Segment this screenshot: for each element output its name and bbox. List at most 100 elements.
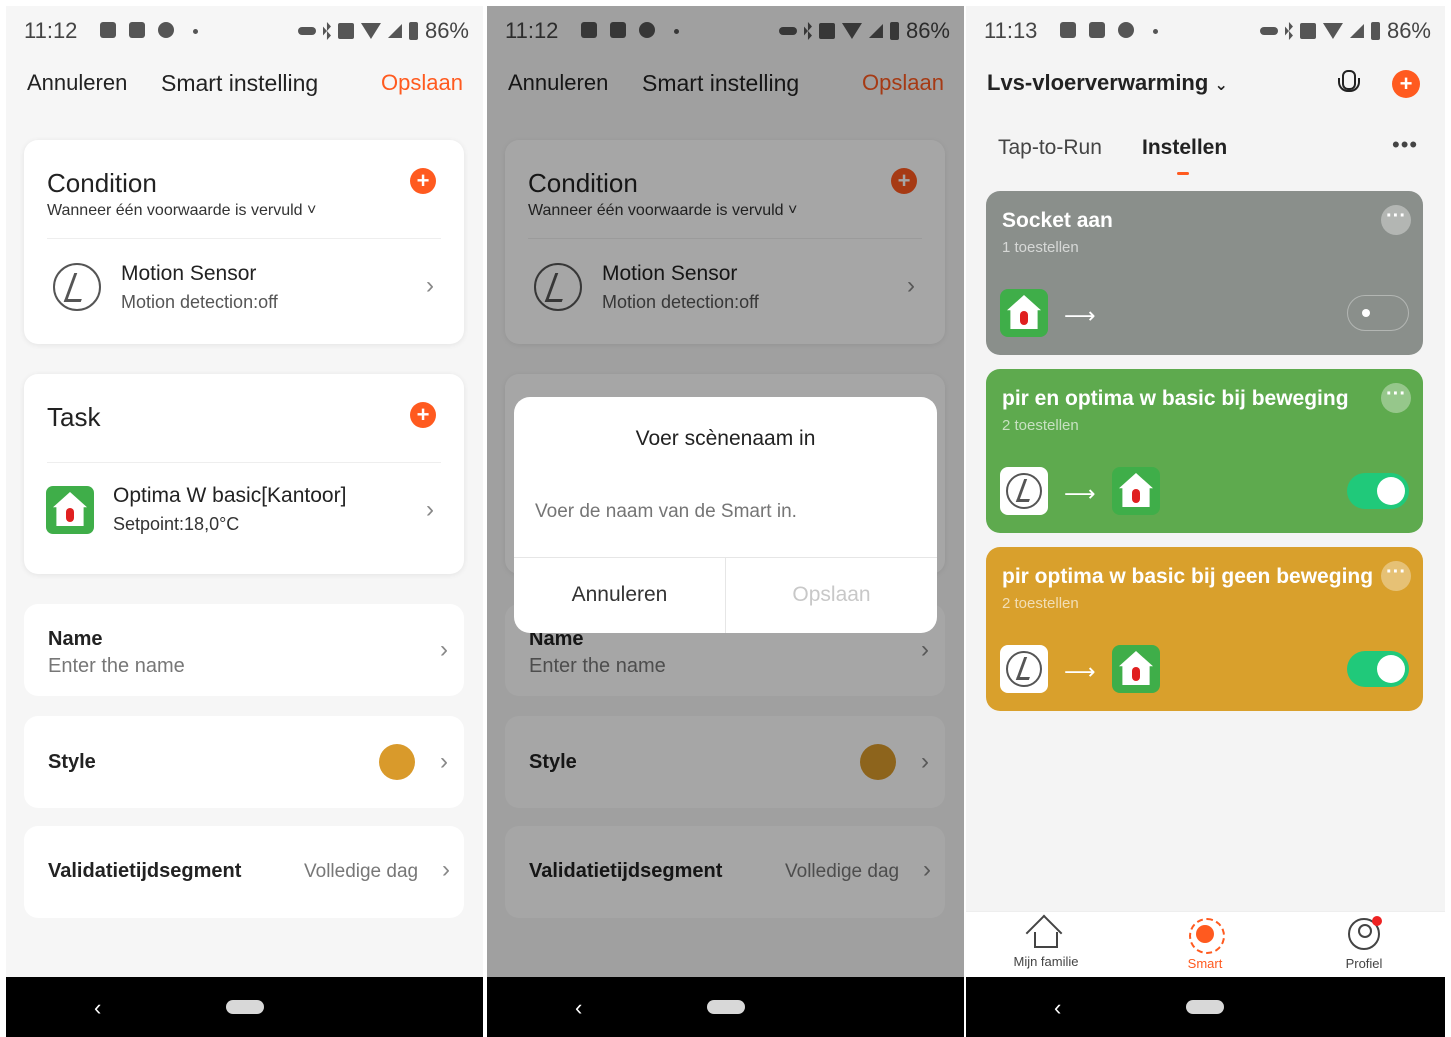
status-bar: 11:13 86% — [966, 6, 1445, 56]
more-options-icon[interactable]: ••• — [1392, 132, 1418, 158]
scene-card[interactable]: pir optima w basic bij geen beweging 2 t… — [986, 547, 1423, 711]
vpn-key-icon — [297, 27, 316, 35]
scene-title: Socket aan — [1002, 209, 1113, 232]
dialog-cancel-button[interactable]: Annuleren — [514, 557, 725, 633]
chevron-down-icon: ˅ — [307, 202, 317, 219]
battery-icon — [1370, 22, 1380, 40]
cellular-icon — [387, 24, 402, 38]
wifi-icon — [1322, 23, 1343, 39]
add-condition-button[interactable]: + — [410, 168, 436, 194]
scene-more-icon[interactable]: ··· — [1381, 383, 1411, 413]
bluetooth-icon — [1284, 22, 1293, 40]
android-nav-bar: ‹ — [487, 977, 964, 1037]
divider — [47, 462, 441, 463]
home-pill-icon[interactable] — [226, 1000, 264, 1014]
condition-mode-label: Wanneer één voorwaarde is vervuld — [47, 202, 303, 219]
validity-label: Validatietijdsegment — [48, 860, 242, 882]
home-pill-icon[interactable] — [707, 1000, 745, 1014]
task-card: Task + Optima W basic[Kantoor] Setpoint:… — [24, 374, 464, 574]
scene-name-dialog: Voer scènenaam in Annuleren Opslaan — [514, 397, 937, 633]
app-notification-icon — [1118, 22, 1134, 38]
battery-percent: 86% — [1386, 18, 1431, 43]
save-button[interactable]: Opslaan — [381, 70, 463, 96]
add-scene-button[interactable]: + — [1392, 70, 1420, 98]
thermostat-house-icon — [1000, 289, 1048, 337]
thermostat-house-icon — [1112, 645, 1160, 693]
tab-smart[interactable]: Smart — [1145, 918, 1265, 971]
app-notification-icon — [158, 22, 174, 38]
vibrate-icon — [337, 23, 354, 39]
scene-tabs: Tap-to-Run Instellen ••• — [966, 132, 1445, 188]
tab-mijn-familie[interactable]: Mijn familie — [986, 918, 1106, 969]
chevron-right-icon: › — [440, 748, 448, 775]
facebook-notification-icon — [129, 22, 145, 38]
scene-more-icon[interactable]: ··· — [1381, 561, 1411, 591]
tab-tap-to-run[interactable]: Tap-to-Run — [998, 136, 1102, 160]
image-notification-icon — [1060, 22, 1076, 38]
chevron-right-icon: › — [440, 636, 448, 663]
scene-title: pir en optima w basic bij beweging — [1002, 387, 1349, 410]
smart-setting-with-dialog-screen: 11:12 86% Annuleren Smart instelling Ops… — [487, 6, 964, 1037]
scene-toggle[interactable] — [1347, 295, 1409, 331]
thermostat-house-icon — [1112, 467, 1160, 515]
name-row[interactable]: Name Enter the name › — [24, 604, 464, 696]
scene-device-count: 2 toestellen — [1002, 417, 1079, 434]
home-icon — [1034, 932, 1058, 948]
battery-icon — [408, 22, 418, 40]
tab-label: Profiel — [1345, 956, 1383, 971]
arrow-right-icon: ⟶ — [1064, 481, 1096, 506]
condition-item-subtitle: Motion detection:off — [121, 292, 278, 312]
home-selector[interactable]: Lvs-vloerverwarming ⌄ — [987, 70, 1228, 96]
scene-title: pir optima w basic bij geen beweging — [1002, 565, 1374, 588]
scene-card[interactable]: pir en optima w basic bij beweging 2 toe… — [986, 369, 1423, 533]
tab-instellen[interactable]: Instellen — [1142, 136, 1227, 160]
scene-toggle[interactable] — [1347, 651, 1409, 687]
facebook-notification-icon — [1089, 22, 1105, 38]
condition-title: Condition — [47, 168, 157, 198]
motion-sensor-icon — [1000, 645, 1048, 693]
page-title: Smart instelling — [161, 70, 319, 96]
android-nav-bar: ‹ — [966, 977, 1445, 1037]
style-row[interactable]: Style › — [24, 716, 464, 808]
task-title: Task — [47, 402, 101, 432]
chevron-right-icon: › — [426, 496, 434, 523]
style-label: Style — [48, 751, 96, 773]
back-icon[interactable]: ‹ — [94, 995, 101, 1021]
home-name: Lvs-vloerverwarming — [987, 70, 1209, 95]
cellular-icon — [1349, 24, 1364, 38]
scene-toggle[interactable] — [1347, 473, 1409, 509]
back-icon[interactable]: ‹ — [575, 995, 582, 1021]
android-nav-bar: ‹ — [6, 977, 483, 1037]
home-pill-icon[interactable] — [1186, 1000, 1224, 1014]
vibrate-icon — [1299, 23, 1316, 39]
scene-device-count: 1 toestellen — [1002, 239, 1079, 256]
status-time: 11:13 — [984, 18, 1038, 43]
arrow-right-icon: ⟶ — [1064, 659, 1096, 684]
dialog-save-button[interactable]: Opslaan — [726, 557, 937, 633]
style-color-swatch — [379, 744, 415, 780]
dialog-title: Voer scènenaam in — [635, 427, 816, 450]
chevron-down-icon: ⌄ — [1214, 77, 1228, 94]
add-task-button[interactable]: + — [410, 402, 436, 428]
validity-value: Volledige dag — [304, 861, 419, 882]
vpn-key-icon — [1259, 27, 1278, 35]
screenshot-root: 11:12 86% Annuleren Smart instelling Ops… — [0, 0, 1451, 1037]
battery-percent: 86% — [424, 18, 469, 43]
validity-row[interactable]: Validatietijdsegment Volledige dag › — [24, 826, 464, 918]
scene-name-input[interactable] — [535, 501, 915, 523]
cancel-button[interactable]: Annuleren — [27, 70, 127, 96]
scene-card[interactable]: Socket aan 1 toestellen ··· ⟶ — [986, 191, 1423, 355]
thermostat-house-icon — [46, 486, 94, 534]
microphone-icon[interactable] — [1336, 70, 1360, 96]
image-notification-icon — [100, 22, 116, 38]
back-icon[interactable]: ‹ — [1054, 995, 1061, 1021]
smart-sun-icon — [1189, 918, 1225, 954]
active-tab-indicator — [1177, 172, 1189, 175]
tab-profiel[interactable]: Profiel — [1304, 916, 1424, 971]
task-item-title: Optima W basic[Kantoor] — [113, 484, 347, 507]
condition-mode-dropdown[interactable]: Wanneer één voorwaarde is vervuld ˅ — [47, 202, 316, 220]
profile-icon — [1348, 916, 1382, 950]
tab-label: Mijn familie — [1013, 954, 1079, 969]
scene-more-icon[interactable]: ··· — [1381, 205, 1411, 235]
status-time: 11:12 — [24, 18, 78, 43]
